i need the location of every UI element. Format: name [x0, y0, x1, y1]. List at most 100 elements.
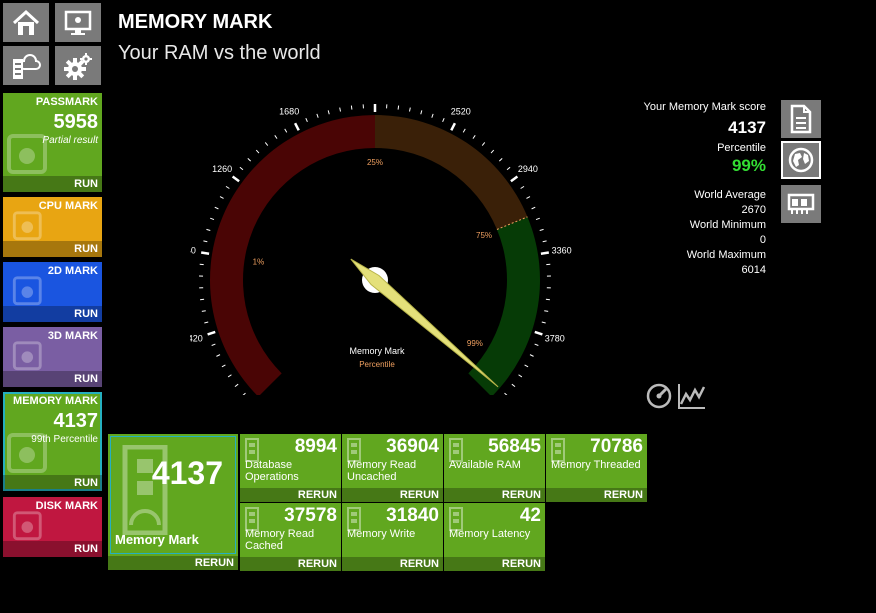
tile-run-button[interactable]: RUN — [74, 243, 98, 255]
gauge-tick — [206, 228, 211, 232]
gauge-tick — [231, 175, 240, 183]
gauge-tick — [247, 158, 252, 162]
tile-run-button[interactable]: RUN — [74, 373, 98, 385]
tile-watermark-icon — [12, 341, 42, 371]
result-rerun-button[interactable]: RERUN — [298, 558, 337, 570]
gauge-tick — [221, 364, 226, 368]
sidebar-tile-passmark[interactable]: PASSMARK 5958 Partial result RUN — [3, 93, 102, 192]
world-maximum-label: World Maximum — [686, 249, 766, 261]
gauge-tick — [481, 142, 486, 146]
gauge-tick — [227, 374, 232, 378]
sidebar-tile-3d[interactable]: 3D MARK RUN — [3, 327, 102, 387]
sidebar-tile-memory[interactable]: MEMORY MARK 4137 99th Percentile RUN — [3, 392, 102, 491]
result-rerun-button[interactable]: RERUN — [400, 558, 439, 570]
system-info-button[interactable] — [55, 3, 101, 42]
gauge-center-label: Memory Mark — [349, 346, 405, 356]
gauge-tick — [518, 374, 523, 378]
result-value: 37578 — [284, 505, 337, 526]
gauge-tick — [462, 128, 466, 133]
gauge-tick — [540, 251, 550, 255]
result-tile: 56845 Available RAM RERUN — [444, 434, 545, 502]
result-value: 31840 — [386, 505, 439, 526]
tile-run-button[interactable]: RUN — [74, 477, 98, 489]
gauge-tick — [544, 310, 549, 312]
result-rerun-button[interactable]: RERUN — [400, 489, 439, 501]
world-maximum-value: 6014 — [741, 264, 766, 276]
tile-name: 2D MARK — [47, 265, 98, 277]
result-tile: 37578 Memory Read Cached RERUN — [240, 503, 341, 571]
gauge-tick — [210, 217, 215, 221]
result-label: Available RAM — [449, 459, 521, 471]
gauge-tick — [225, 185, 230, 189]
chart-view-button[interactable] — [677, 382, 707, 410]
gauge-tick — [239, 166, 244, 171]
result-label: Memory Latency — [449, 528, 531, 540]
settings-button[interactable] — [55, 46, 101, 85]
gauge-tick — [284, 128, 288, 133]
baseline-button[interactable] — [3, 46, 49, 85]
tile-name: 3D MARK — [47, 330, 98, 342]
line-chart-icon — [678, 384, 706, 409]
gauge-tick — [535, 217, 540, 221]
memory-mark-rerun-button[interactable]: RERUN — [195, 557, 234, 569]
gauge-tick — [339, 107, 341, 112]
gauge-tick — [214, 206, 219, 210]
result-rerun-button[interactable]: RERUN — [502, 489, 541, 501]
tile-score: 5958 — [53, 111, 99, 133]
gauge-tick-label: 1680 — [279, 107, 299, 117]
result-value: 42 — [519, 505, 541, 526]
gauge-tick — [204, 321, 209, 324]
gauge-tick — [442, 117, 445, 123]
sidebar-tile-disk[interactable]: DISK MARK RUN — [3, 497, 102, 557]
tile-run-button[interactable]: RUN — [74, 178, 98, 190]
memory-mark-label: Memory Mark — [115, 532, 199, 547]
gauge-tick — [529, 354, 534, 357]
gauge-tick — [420, 110, 423, 115]
speedometer-icon — [646, 383, 672, 409]
gauge-tick — [255, 149, 260, 154]
gauge-tick — [490, 149, 495, 154]
gauge-tick — [534, 330, 543, 336]
score-label: Your Memory Mark score — [643, 101, 766, 113]
sidebar-tile-cpu[interactable]: CPU MARK RUN — [3, 197, 102, 257]
world-compare-button[interactable] — [781, 141, 821, 179]
tile-run-button[interactable]: RUN — [74, 308, 98, 320]
gauge-percentile-marker: 99% — [467, 339, 483, 348]
home-icon — [12, 9, 40, 35]
gauge-tick — [431, 113, 434, 118]
tile-score: 4137 — [53, 410, 99, 432]
gauge-percentile-marker: 25% — [367, 158, 383, 167]
result-value: 8994 — [294, 436, 337, 457]
memory-mark-value: 4137 — [151, 455, 223, 491]
gauge-view-button[interactable] — [645, 382, 673, 410]
gauge-tick-label: 2100 — [365, 95, 385, 96]
result-rerun-button[interactable]: RERUN — [604, 489, 643, 501]
gauge-tick — [211, 343, 216, 346]
gauge-tick-label: 840 — [190, 245, 196, 255]
gauge-tick — [409, 107, 411, 112]
result-rerun-button[interactable]: RERUN — [298, 489, 337, 501]
world-average-value: 2670 — [741, 204, 766, 216]
tile-name: CPU MARK — [38, 200, 98, 212]
result-rerun-button[interactable]: RERUN — [502, 558, 541, 570]
hardware-button[interactable] — [781, 185, 821, 223]
tile-name: MEMORY MARK — [13, 395, 98, 407]
gauge-tick — [316, 113, 319, 118]
percentile-gauge: 0420840126016802100252029403360378042001… — [190, 95, 572, 395]
gauge-tick-label: 3360 — [552, 245, 572, 255]
result-label: Memory Read Cached — [245, 528, 315, 552]
cloud-server-icon — [13, 53, 41, 79]
result-tile: 8994 Database Operations RERUN — [240, 434, 341, 502]
gauge-tick-label: 2940 — [518, 164, 538, 174]
details-button[interactable] — [781, 100, 821, 138]
gauge-tick — [293, 122, 300, 131]
home-button[interactable] — [3, 3, 49, 42]
tile-watermark-icon — [12, 211, 42, 241]
sidebar-tile-2d[interactable]: 2D MARK RUN — [3, 262, 102, 322]
tile-subtitle: Partial result — [42, 135, 98, 146]
gauge-tick-label: 420 — [190, 333, 203, 343]
gauge-tick — [506, 166, 511, 171]
gear-icon — [64, 52, 92, 80]
tile-run-button[interactable]: RUN — [74, 543, 98, 555]
gauge-tick — [450, 122, 457, 131]
